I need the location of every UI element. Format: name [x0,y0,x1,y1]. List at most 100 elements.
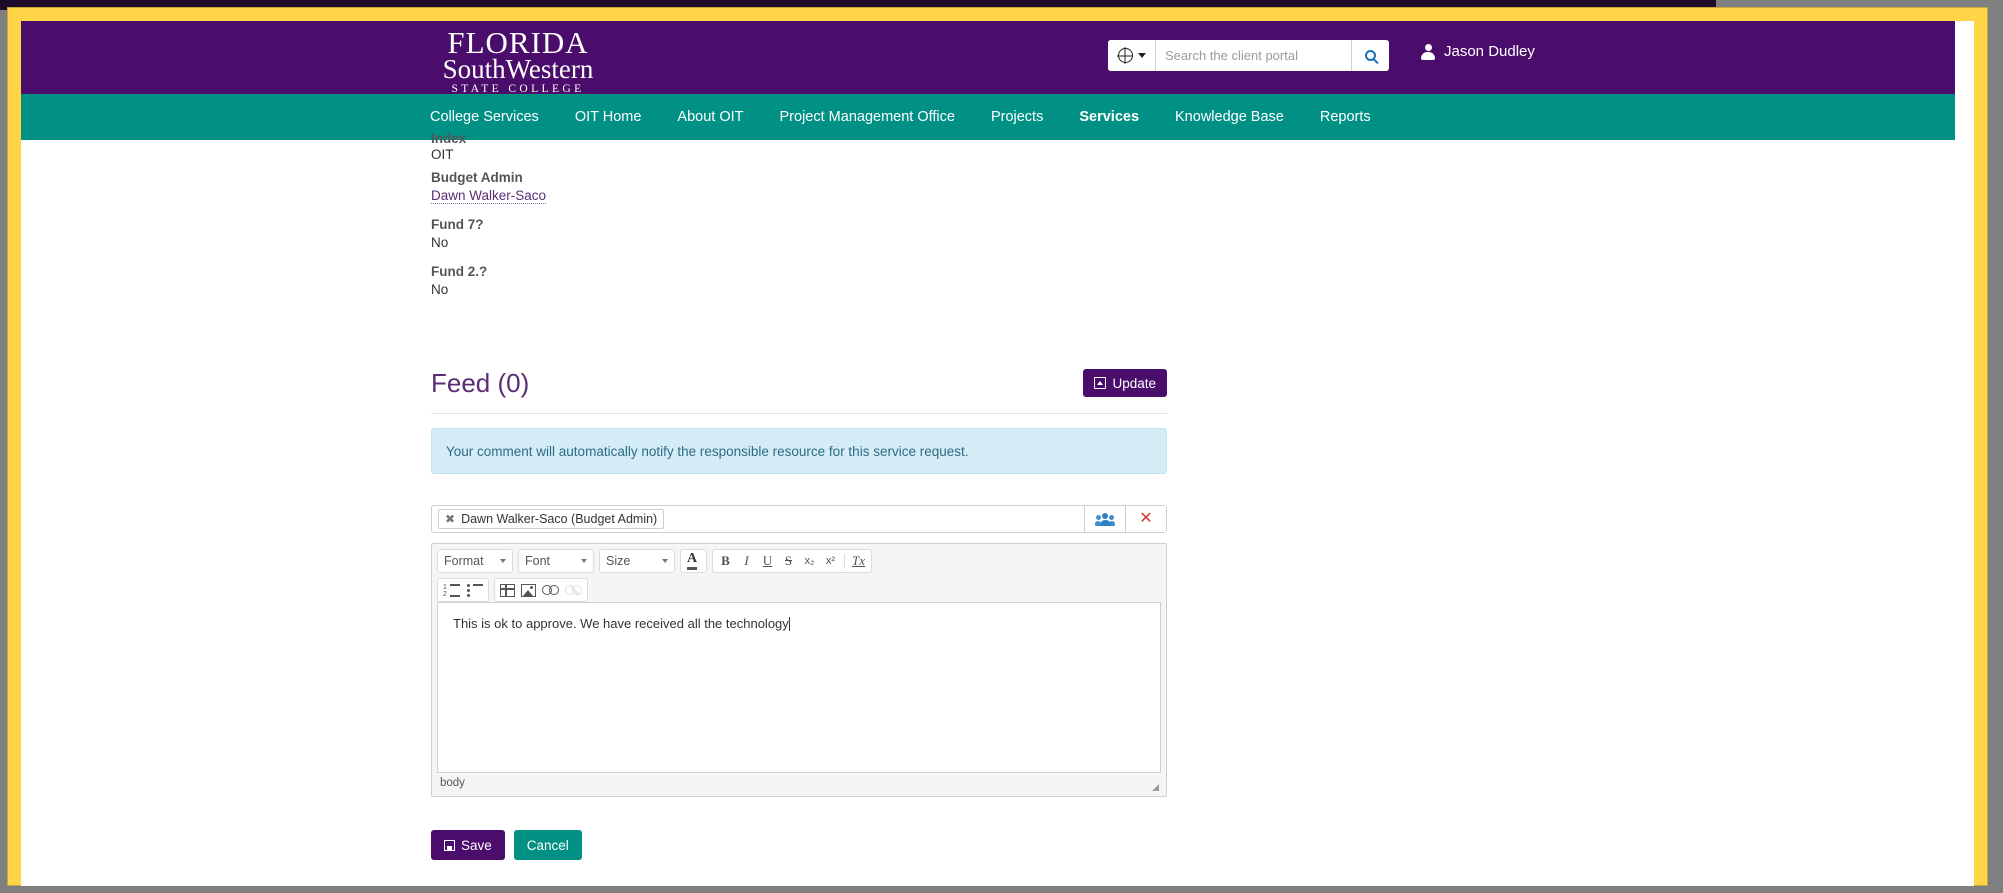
nav-item-project-management-office[interactable]: Project Management Office [780,109,955,125]
subscript-button[interactable]: x₂ [799,551,820,572]
update-button[interactable]: Update [1083,369,1167,397]
editor-content-area[interactable]: This is ok to approve. We have received … [437,602,1161,772]
save-icon [444,839,455,851]
fsw-logo[interactable]: FLORIDA SouthWestern STATE COLLEGE [408,27,628,96]
field-label-fund-2: Fund 2.? [431,264,488,279]
format-dropdown[interactable]: Format [437,549,513,573]
text-color-group: A [680,549,707,573]
nav-item-services[interactable]: Services [1079,109,1139,125]
recipients-input[interactable]: ✖ Dawn Walker-Saco (Budget Admin) [432,506,1084,532]
list-group: 12 [437,578,489,602]
size-dropdown-label: Size [606,554,631,568]
nav-item-reports[interactable]: Reports [1320,109,1371,125]
insert-image-button[interactable] [518,580,539,601]
bulleted-list-icon [466,583,483,597]
unlink-icon [565,584,582,597]
insert-table-button[interactable] [497,580,518,601]
nav-item-about-oit[interactable]: About OIT [677,109,743,125]
update-button-label: Update [1112,375,1156,391]
portal-search [1108,40,1389,71]
font-dropdown-label: Font [525,554,551,568]
editor-toolbar-row-2: 12 [432,573,1166,602]
field-value-fund-7: No [431,235,449,250]
comment-notify-alert: Your comment will automatically notify t… [431,428,1167,474]
chevron-down-icon [500,559,506,563]
field-fund-7: Fund 7? No [431,217,484,250]
search-submit-button[interactable] [1351,40,1389,71]
text-color-button[interactable]: A [683,551,704,572]
italic-button[interactable]: I [736,551,757,572]
user-menu[interactable]: Jason Dudley [1421,43,1535,60]
bold-button[interactable]: B [715,551,736,572]
globe-icon [1117,48,1133,63]
rich-text-editor: Format Font Size A B I U S x₂ x² Tx 1 2 … [431,543,1167,797]
superscript-button[interactable]: x² [820,551,841,572]
strikethrough-button[interactable]: S [778,551,799,572]
notify-recipients-field: ✖ Dawn Walker-Saco (Budget Admin) ✕ [431,505,1167,533]
remove-link-button[interactable] [562,580,585,601]
editor-element-path-bar: body [437,772,1161,792]
people-icon [1095,512,1115,526]
remove-format-button[interactable]: Tx [848,551,869,572]
underline-button[interactable]: U [757,551,778,572]
text-style-group: B I U S x₂ x² Tx [712,549,872,573]
user-avatar-icon [1421,43,1435,60]
site-header: FLORIDA SouthWestern STATE COLLEGE Jason… [21,21,1955,96]
chevron-down-icon [1137,53,1146,58]
chevron-down-icon [662,559,668,563]
clear-recipients-button[interactable]: ✕ [1125,506,1166,532]
insert-group [494,578,588,602]
text-color-letter: A [686,551,698,570]
user-name-label: Jason Dudley [1444,43,1535,60]
save-button[interactable]: Save [431,830,505,860]
alert-text: Your comment will automatically notify t… [446,443,969,459]
select-people-button[interactable] [1084,506,1125,532]
search-icon [1365,50,1376,61]
nav-item-college-services[interactable]: College Services [430,109,539,125]
logo-line-2: SouthWestern [442,54,594,84]
toolbar-divider [844,553,845,569]
nav-item-knowledge-base[interactable]: Knowledge Base [1175,109,1284,125]
page-content: Index OIT Budget Admin Dawn Walker-Saco … [21,131,1974,886]
chevron-down-icon [581,559,587,563]
remove-recipient-icon[interactable]: ✖ [445,512,455,526]
bulleted-list-button[interactable] [463,580,486,601]
numbered-list-icon: 12 [443,583,460,598]
field-index: OIT [431,144,454,162]
form-actions: Save Cancel [431,830,582,860]
link-icon [542,585,559,595]
upload-box-icon [1094,377,1107,389]
field-budget-admin: Budget Admin Dawn Walker-Saco [431,170,547,204]
table-icon [500,583,515,597]
editor-body-text: This is ok to approve. We have received … [453,616,789,631]
element-path-label[interactable]: body [440,777,465,789]
field-fund-2: Fund 2.? No [431,264,487,297]
format-dropdown-label: Format [444,554,484,568]
nav-item-projects[interactable]: Projects [991,109,1043,125]
close-icon: ✕ [1139,510,1153,527]
image-icon [521,583,536,597]
search-scope-dropdown[interactable] [1108,40,1156,71]
feed-header: Feed (0) Update [431,368,1167,414]
field-label-fund-7: Fund 7? [431,217,484,232]
main-navigation: College Services OIT Home About OIT Proj… [21,94,1955,140]
save-button-label: Save [461,837,492,853]
feed-title: Feed (0) [431,368,530,398]
recipient-token-label: Dawn Walker-Saco (Budget Admin) [461,512,658,526]
search-input[interactable] [1156,40,1351,71]
editor-toolbar-row-1: Format Font Size A B I U S x₂ x² Tx [432,544,1166,573]
insert-link-button[interactable] [539,580,562,601]
portal-page: FLORIDA SouthWestern STATE COLLEGE Jason… [21,21,1974,886]
numbered-list-button[interactable]: 12 [440,580,463,601]
nav-item-oit-home[interactable]: OIT Home [575,109,642,125]
field-value-index: OIT [431,147,454,162]
browser-outer-frame: FLORIDA SouthWestern STATE COLLEGE Jason… [0,0,2003,893]
editor-resize-handle[interactable] [1152,784,1159,791]
cancel-button[interactable]: Cancel [513,830,582,860]
field-label-budget-admin: Budget Admin [431,170,523,185]
budget-admin-link[interactable]: Dawn Walker-Saco [431,188,547,204]
font-dropdown[interactable]: Font [518,549,594,573]
recipient-token[interactable]: ✖ Dawn Walker-Saco (Budget Admin) [438,509,665,529]
field-value-fund-2: No [431,282,449,297]
size-dropdown[interactable]: Size [599,549,675,573]
